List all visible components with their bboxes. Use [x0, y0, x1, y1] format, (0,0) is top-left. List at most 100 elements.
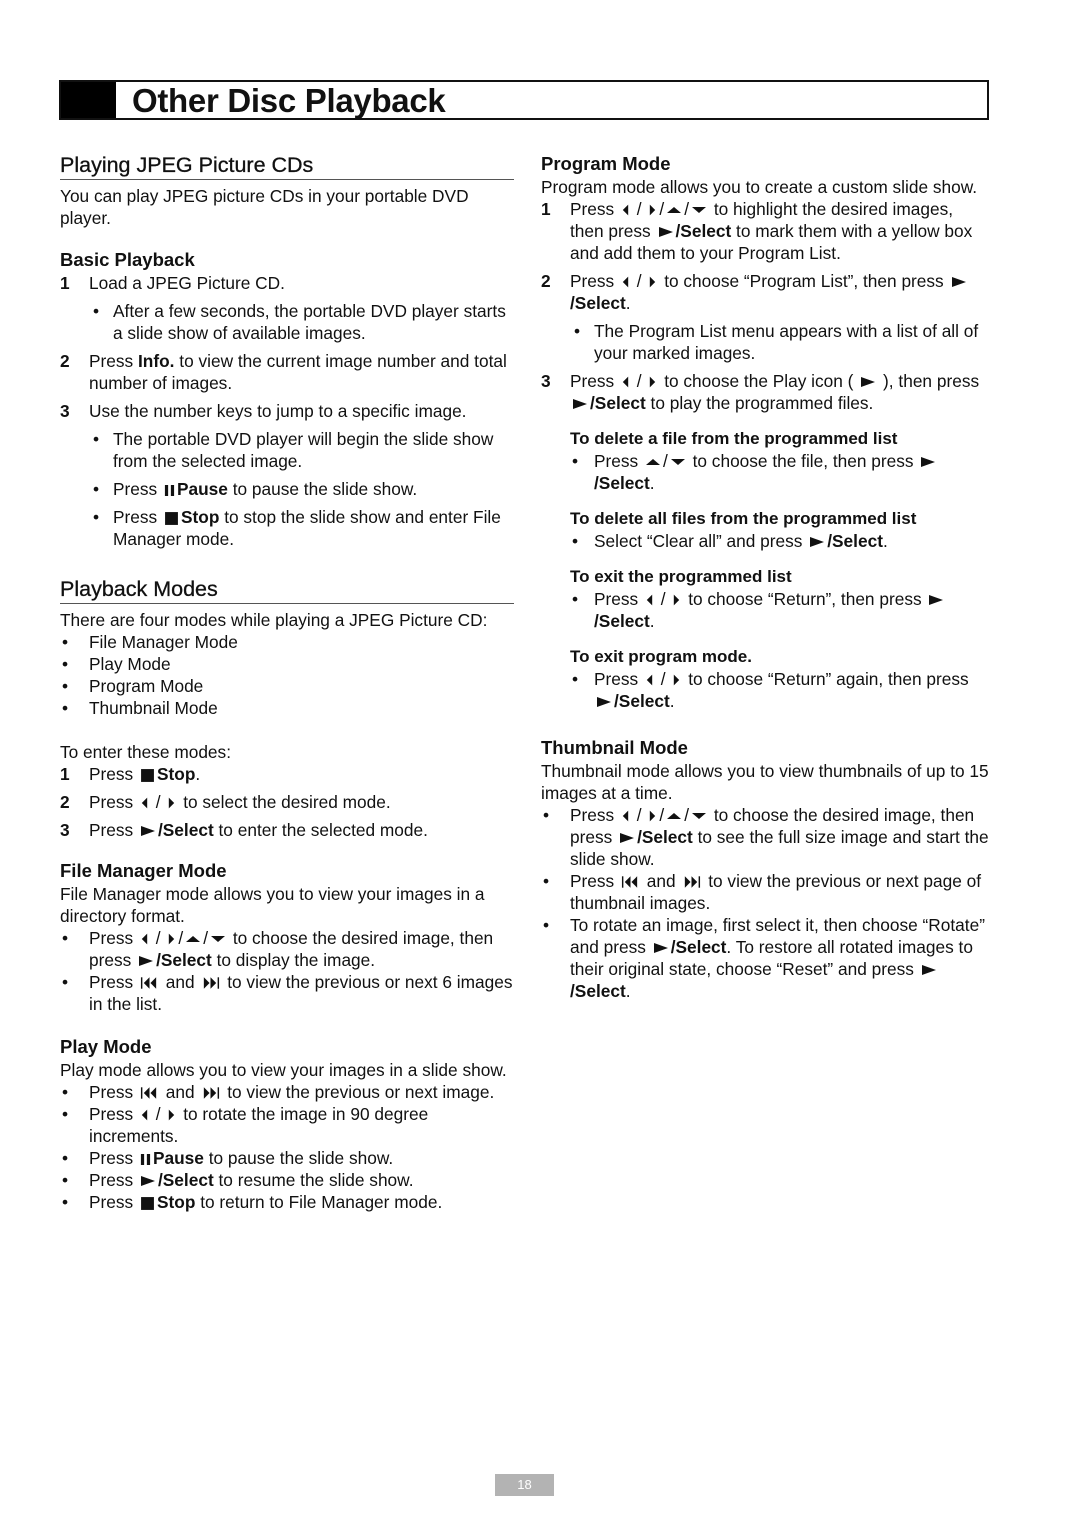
- play-icon: [921, 964, 937, 976]
- page-header: Other Disc Playback: [59, 80, 989, 120]
- up-arrow-icon: [666, 205, 682, 215]
- down-arrow-icon: [210, 934, 226, 944]
- stop-icon: [164, 511, 179, 526]
- file-manager-bullet-1: • Press / / / to choose the desired image,…: [62, 928, 494, 970]
- left-arrow-icon: [621, 275, 630, 289]
- play-icon: [809, 536, 825, 548]
- down-arrow-icon: [691, 811, 707, 821]
- basic-step-3-note-2: • Press Pause to pause the slide show.: [93, 479, 418, 499]
- play-mode-intro: Play mode allows you to view your images…: [60, 1060, 507, 1080]
- play-icon: [138, 955, 154, 967]
- program-mode-intro: Program mode allows you to create a cust…: [541, 177, 978, 197]
- delete-all-bullet: • Select “Clear all” and press /Select.: [572, 531, 888, 551]
- play-mode-bullet-2: • Press / to rotate the image in 90 degre…: [62, 1104, 429, 1146]
- playback-modes-intro: There are four modes while playing a JPE…: [60, 610, 488, 630]
- modes-step-3: 3 Press /Select to enter the selected mod…: [60, 820, 428, 840]
- play-mode-bullet-1: • Press and to view the previous or next …: [62, 1082, 495, 1102]
- play-icon: [658, 226, 674, 238]
- header-block: [61, 82, 116, 118]
- left-arrow-icon: [621, 809, 630, 823]
- thumbnail-mode-intro: Thumbnail mode allows you to view thumbn…: [541, 761, 989, 803]
- down-arrow-icon: [670, 457, 686, 467]
- play-mode-bullet-4: • Press /Select to resume the slide show.: [62, 1170, 414, 1190]
- next-icon: [201, 976, 220, 990]
- left-column: Playing JPEG Picture CDs You can play JP…: [60, 152, 514, 1213]
- mode-list-item: • File Manager Mode: [62, 632, 238, 652]
- up-arrow-icon: [645, 457, 661, 467]
- heading-exit-program-mode: To exit program mode.: [570, 647, 752, 666]
- basic-step-3-note-1: • The portable DVD player will begin the …: [93, 429, 494, 471]
- left-arrow-icon: [140, 796, 149, 810]
- previous-icon: [621, 875, 640, 889]
- heading-file-manager: File Manager Mode: [60, 860, 227, 881]
- left-arrow-icon: [140, 1108, 149, 1122]
- heading-program-mode: Program Mode: [541, 153, 671, 174]
- heading-delete-file: To delete a file from the programmed lis…: [570, 429, 898, 448]
- modes-step-2: 2 Press / to select the desired mode.: [60, 792, 391, 812]
- mode-list-item: • Play Mode: [62, 654, 171, 674]
- basic-step-3: 3 Use the number keys to jump to a specif…: [60, 401, 467, 421]
- mode-list-item: • Program Mode: [62, 676, 204, 696]
- play-icon: [653, 942, 669, 954]
- delete-file-bullet: • Press / to choose the file, then press …: [541, 450, 991, 494]
- left-arrow-icon: [621, 203, 630, 217]
- stop-icon: [140, 768, 155, 783]
- play-icon: [140, 1175, 156, 1187]
- play-mode-bullet-3: • Press Pause to pause the slide show.: [62, 1148, 394, 1168]
- play-icon: [619, 832, 635, 844]
- play-icon: [920, 456, 936, 468]
- pause-icon: [164, 483, 175, 498]
- file-manager-bullet-2: • Press and to view the previous or next …: [62, 972, 513, 1014]
- program-step-2-note: • The Program List menu appears with a li…: [574, 321, 979, 363]
- right-arrow-icon: [672, 593, 681, 607]
- up-arrow-icon: [185, 934, 201, 944]
- heading-basic-playback: Basic Playback: [60, 249, 195, 270]
- thumbnail-bullet-3: • To rotate an image, first select it, th…: [543, 915, 985, 1001]
- right-arrow-icon: [648, 375, 657, 389]
- heading-exit-list: To exit the programmed list: [570, 567, 792, 586]
- thumbnail-bullet-2: • Press and to view the previous or next …: [543, 871, 982, 913]
- heading-play-mode: Play Mode: [60, 1036, 152, 1057]
- left-arrow-icon: [645, 593, 654, 607]
- section-title-jpeg: Playing JPEG Picture CDs: [60, 152, 514, 180]
- right-arrow-icon: [648, 809, 657, 823]
- basic-step-2: 2 Press Info. to view the current image n…: [60, 351, 507, 393]
- play-mode-bullet-5: • Press Stop to return to File Manager mo…: [62, 1192, 443, 1212]
- file-manager-intro: File Manager mode allows you to view you…: [60, 884, 485, 926]
- enter-modes-label: To enter these modes:: [60, 742, 231, 762]
- up-arrow-icon: [666, 811, 682, 821]
- play-icon: [140, 825, 156, 837]
- play-icon: [596, 696, 612, 708]
- section-title-playback-modes: Playback Modes: [60, 576, 514, 604]
- page-number: 18: [495, 1474, 554, 1496]
- basic-step-1: 1 Load a JPEG Picture CD.: [60, 273, 285, 293]
- basic-step-1-note: • After a few seconds, the portable DVD p…: [93, 301, 506, 343]
- jpeg-intro: You can play JPEG picture CDs in your po…: [60, 186, 469, 228]
- program-step-2: 2 Press / to choose “Program List”, then …: [541, 270, 991, 314]
- play-icon: [572, 398, 588, 410]
- right-arrow-icon: [648, 275, 657, 289]
- exit-list-bullet: • Press / to choose “Return”, then press …: [541, 588, 991, 632]
- stop-icon: [140, 1196, 155, 1211]
- basic-step-3-note-3: • Press Stop to stop the slide show and e…: [93, 507, 501, 549]
- down-arrow-icon: [691, 205, 707, 215]
- previous-icon: [140, 976, 159, 990]
- next-icon: [682, 875, 701, 889]
- thumbnail-bullet-1: • Press / / / to choose the desired image,…: [543, 805, 989, 869]
- program-step-1: 1 Press / / / to highlight the desired ima…: [541, 199, 973, 263]
- previous-icon: [140, 1086, 159, 1100]
- heading-delete-all: To delete all files from the programmed …: [570, 509, 917, 528]
- right-column: Program Mode Program mode allows you to …: [541, 152, 991, 1002]
- right-arrow-icon: [167, 796, 176, 810]
- left-arrow-icon: [621, 375, 630, 389]
- pause-icon: [140, 1152, 151, 1167]
- page-title: Other Disc Playback: [132, 82, 446, 119]
- right-arrow-icon: [167, 1108, 176, 1122]
- play-icon: [951, 276, 967, 288]
- play-icon: [860, 376, 876, 388]
- play-icon: [928, 594, 944, 606]
- next-icon: [201, 1086, 220, 1100]
- right-arrow-icon: [167, 932, 176, 946]
- left-arrow-icon: [140, 932, 149, 946]
- right-arrow-icon: [672, 673, 681, 687]
